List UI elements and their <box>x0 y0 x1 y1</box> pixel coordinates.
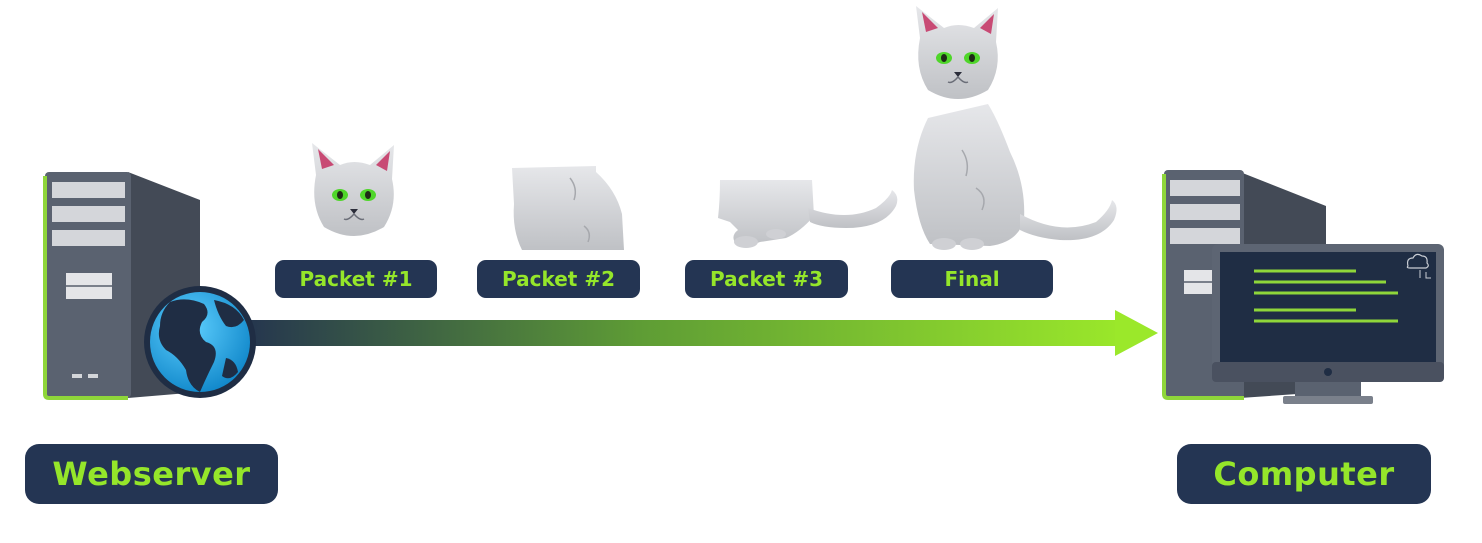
transfer-arrow <box>240 310 1158 356</box>
packet-2-image <box>512 166 624 250</box>
final-cat-image <box>913 5 1117 250</box>
monitor-icon <box>1212 244 1444 404</box>
packet-3-image <box>718 180 898 248</box>
packet-2-label: Packet #2 <box>477 260 640 298</box>
packet-transfer-diagram: Packet #1 Packet #2 Packet #3 Final Webs… <box>0 0 1482 539</box>
packet-1-image <box>311 142 395 237</box>
packet-3-label: Packet #3 <box>685 260 848 298</box>
computer-label: Computer <box>1177 444 1431 504</box>
final-label: Final <box>891 260 1053 298</box>
packet-1-label: Packet #1 <box>275 260 437 298</box>
webserver-label: Webserver <box>25 444 278 504</box>
globe-icon <box>144 286 256 398</box>
